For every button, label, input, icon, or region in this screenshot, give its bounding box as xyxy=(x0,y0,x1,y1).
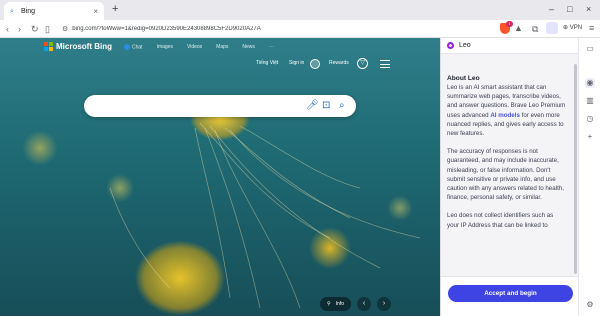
extensions-icon[interactable]: ⧉ xyxy=(532,23,538,35)
copilot-icon xyxy=(124,44,130,50)
previous-image-button[interactable]: ‹ xyxy=(357,297,372,311)
leo-footer: Accept and begin xyxy=(441,276,579,316)
location-pin-icon: ⚲ xyxy=(327,301,331,307)
maximize-icon[interactable]: □ xyxy=(567,4,572,14)
address-bar[interactable]: ⚙ bing.com/?toWww=1&redig=0920D23590E243… xyxy=(58,22,482,36)
nav-news[interactable]: News xyxy=(242,44,255,50)
close-tab-icon[interactable]: × xyxy=(93,7,98,16)
microsoft-logo-icon xyxy=(44,42,53,51)
nav-videos[interactable]: Videos xyxy=(187,44,202,50)
ai-models-link[interactable]: AI models xyxy=(490,112,520,119)
leo-scrollbar[interactable] xyxy=(574,64,577,274)
leo-logo-icon xyxy=(447,42,454,49)
visual-search-icon[interactable]: ⊡ xyxy=(322,99,330,113)
tab-bing[interactable]: ⌕ Bing × xyxy=(4,2,104,20)
leo-intro: About Leo Leo is an AI smart assistant t… xyxy=(447,74,567,239)
avatar[interactable] xyxy=(310,59,320,69)
back-icon[interactable]: ‹ xyxy=(6,23,9,35)
reading-list-icon[interactable]: ▭ xyxy=(585,44,595,54)
search-input[interactable]: 🎤︎ ⊡ ⌕ xyxy=(84,95,356,117)
about-leo-heading: About Leo xyxy=(447,75,480,82)
search-icon[interactable]: ⌕ xyxy=(339,99,345,113)
vpn-label: VPN xyxy=(569,25,583,31)
rewards-triangle-icon[interactable]: ▲ xyxy=(514,23,523,33)
forward-icon[interactable]: › xyxy=(18,23,21,35)
sign-in-link[interactable]: Sign in xyxy=(289,60,304,66)
history-icon[interactable]: ◷ xyxy=(585,114,595,124)
reload-icon[interactable]: ↻ xyxy=(31,23,39,35)
info-button[interactable]: ⚲ Info xyxy=(320,297,352,311)
jellyfish-background-image xyxy=(109,122,421,309)
menu-icon[interactable]: ≡ xyxy=(589,23,594,33)
leo-paragraph-2: The accuracy of responses is not guarant… xyxy=(447,148,564,202)
tab-title: Bing xyxy=(21,7,36,15)
bing-page: Microsoft Bing Chat Images Videos Maps N… xyxy=(0,38,440,316)
shields-count-badge: 1 xyxy=(506,21,513,27)
bing-logo[interactable]: Microsoft Bing xyxy=(44,42,112,51)
tab-strip: ⌕ Bing × + – □ × xyxy=(0,0,600,20)
bing-nav: Chat Images Videos Maps News ··· xyxy=(124,44,274,50)
vpn-button[interactable]: ⊕ VPN xyxy=(563,24,582,31)
bookmark-icon[interactable]: ▯ xyxy=(45,23,50,35)
leo-panel: Leo About Leo Leo is an AI smart assista… xyxy=(440,38,579,316)
browser-toolbar: ‹ › ↻ ▯ ⚙ bing.com/?toWww=1&redig=0920D2… xyxy=(0,20,600,38)
language-link[interactable]: Tiếng Việt xyxy=(256,60,278,66)
nav-more[interactable]: ··· xyxy=(269,44,274,50)
leo-sidebar-icon[interactable]: ◉ xyxy=(585,78,595,88)
rewards-medal-icon[interactable]: ▽ xyxy=(357,58,368,69)
hamburger-menu-icon[interactable] xyxy=(380,60,390,68)
next-image-button[interactable]: › xyxy=(377,297,392,311)
minimize-icon[interactable]: – xyxy=(549,4,554,14)
nav-chat[interactable]: Chat xyxy=(124,44,143,50)
accept-and-begin-button[interactable]: Accept and begin xyxy=(448,285,573,302)
nav-maps[interactable]: Maps xyxy=(216,44,228,50)
bookmarks-icon[interactable]: ▥ xyxy=(585,96,595,106)
nav-images[interactable]: Images xyxy=(157,44,173,50)
add-panel-icon[interactable]: + xyxy=(585,132,595,142)
leo-title: Leo xyxy=(459,42,471,49)
url-text[interactable]: bing.com/?toWww=1&redig=0920D23590E24308… xyxy=(72,26,260,32)
close-window-icon[interactable]: × xyxy=(586,4,591,14)
microphone-icon[interactable]: 🎤︎ xyxy=(306,99,319,113)
search-favicon-icon: ⌕ xyxy=(10,7,14,15)
info-label: Info xyxy=(335,301,345,307)
leo-paragraph-1: Leo is an AI smart assistant that can su… xyxy=(447,84,566,138)
image-info-bar: ⚲ Info ‹ › xyxy=(320,296,392,312)
site-info-icon[interactable]: ⚙ xyxy=(62,25,68,33)
sidebar-rail: ▭ ◉ ▥ ◷ + ⚙ xyxy=(578,38,600,316)
new-tab-button[interactable]: + xyxy=(112,3,118,15)
leo-paragraph-3: Leo does not collect identifiers such as… xyxy=(447,212,554,229)
rewards-link[interactable]: Rewards xyxy=(329,60,349,66)
sidebar-toggle-button[interactable] xyxy=(546,22,558,34)
leo-header: Leo xyxy=(441,38,579,54)
sidebar-settings-icon[interactable]: ⚙ xyxy=(585,300,595,310)
bing-logo-text: Microsoft Bing xyxy=(56,42,112,51)
